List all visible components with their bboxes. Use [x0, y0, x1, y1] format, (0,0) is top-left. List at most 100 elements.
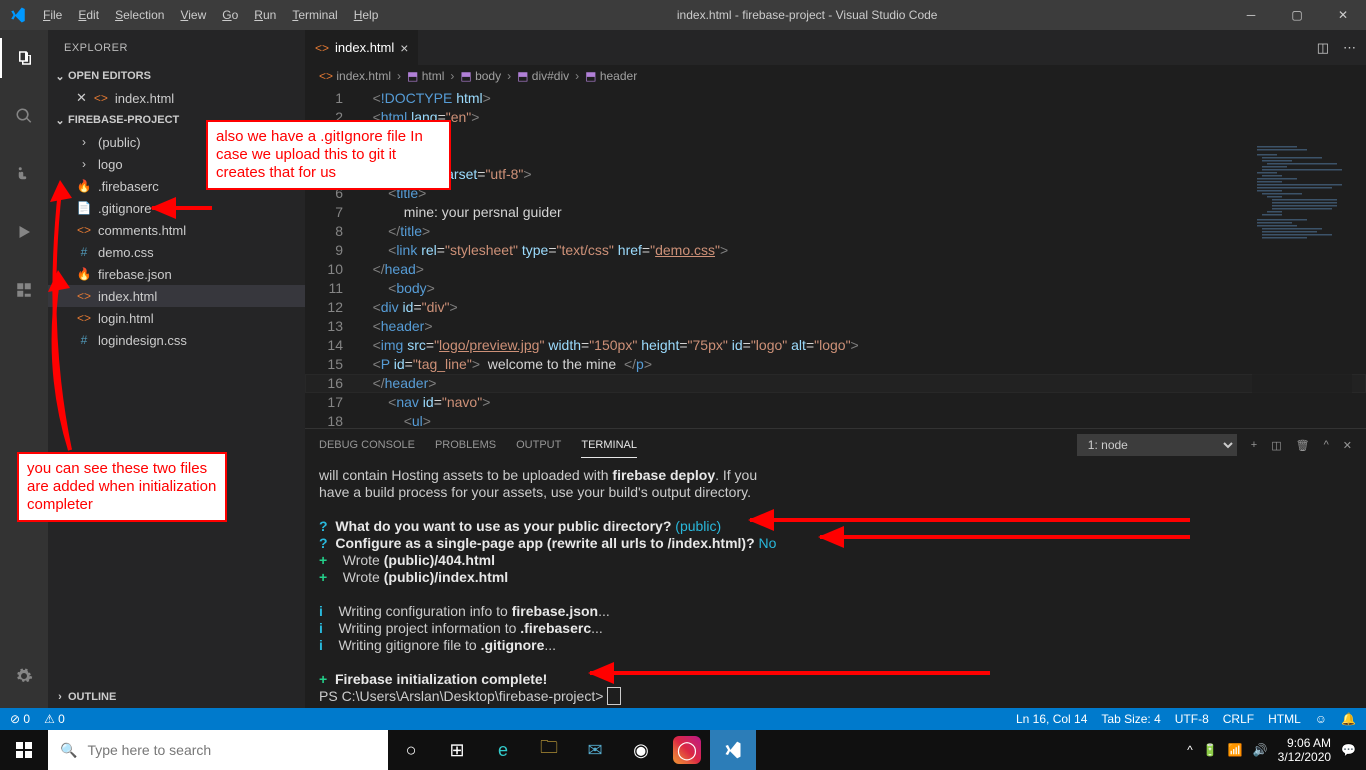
search-icon: 🔍 [60, 742, 77, 759]
file-name: .firebaserc [98, 179, 159, 194]
status-warnings[interactable]: ⚠ 0 [44, 712, 65, 726]
split-terminal-icon[interactable]: ◫ [1271, 433, 1281, 458]
chrome-icon[interactable]: ◉ [618, 730, 664, 770]
annotation-box-1: also we have a .gitIgnore file In case w… [206, 120, 451, 190]
maximize-button[interactable]: ▢ [1274, 0, 1320, 30]
search-placeholder: Type here to search [87, 742, 211, 758]
sidebar-title: EXPLORER [48, 30, 305, 65]
vscode-taskbar-icon[interactable] [710, 730, 756, 770]
panel-tab-problems[interactable]: PROBLEMS [435, 433, 496, 457]
terminal-selector[interactable]: 1: node [1077, 434, 1237, 456]
menu-view[interactable]: View [172, 0, 214, 30]
status-errors[interactable]: ⊘ 0 [10, 712, 30, 726]
panel-tab-output[interactable]: OUTPUT [516, 433, 561, 457]
breadcrumb-item[interactable]: ⬒ div#div [517, 69, 569, 83]
breadcrumbs[interactable]: <> index.html›⬒ html›⬒ body›⬒ div#div›⬒ … [305, 65, 1366, 87]
edge-icon[interactable]: e [480, 730, 526, 770]
annotation-arrow [590, 668, 990, 678]
file-name: logo [98, 157, 123, 172]
start-button[interactable] [0, 730, 48, 770]
settings-gear-icon[interactable] [0, 656, 48, 696]
close-icon[interactable]: ✕ [76, 90, 87, 106]
open-editor-name: index.html [115, 91, 174, 106]
menu-go[interactable]: Go [214, 0, 246, 30]
vscode-logo-icon [0, 6, 35, 24]
file-tree-item[interactable]: <>comments.html [48, 219, 305, 241]
panel-tab-terminal[interactable]: TERMINAL [581, 433, 637, 458]
feedback-icon[interactable]: ☺ [1315, 712, 1327, 726]
close-button[interactable]: ✕ [1320, 0, 1366, 30]
outline-section[interactable]: ›OUTLINE [48, 686, 305, 708]
file-tree-item[interactable]: 🔥firebase.json [48, 263, 305, 285]
battery-icon[interactable]: 🔋 [1203, 743, 1218, 757]
maximize-panel-icon[interactable]: ^ [1324, 433, 1329, 457]
menu-terminal[interactable]: Terminal [284, 0, 345, 30]
file-name: comments.html [98, 223, 186, 238]
menu-run[interactable]: Run [246, 0, 284, 30]
annotation-arrow [152, 203, 212, 213]
taskbar-apps: ○ ⊞ e 🗀 ✉ ◉ ◯ [388, 730, 756, 770]
html-file-icon: <> [315, 41, 329, 55]
volume-icon[interactable]: 🔊 [1253, 743, 1268, 757]
source-control-icon[interactable] [0, 154, 48, 194]
mail-icon[interactable]: ✉ [572, 730, 618, 770]
status-cursor[interactable]: Ln 16, Col 14 [1016, 712, 1087, 726]
menu-edit[interactable]: Edit [70, 0, 107, 30]
kill-terminal-icon[interactable]: 🗑 [1296, 433, 1310, 458]
breadcrumb-item[interactable]: ⬒ html [407, 69, 444, 83]
menu-selection[interactable]: Selection [107, 0, 172, 30]
clock[interactable]: 9:06 AM3/12/2020 [1278, 736, 1331, 764]
html-file-icon: <> [93, 90, 109, 106]
code-editor[interactable]: 123456789101112131415161718 <!DOCTYPE ht… [305, 87, 1366, 428]
file-tree-item[interactable]: #demo.css [48, 241, 305, 263]
editor-actions: ◫ ⋯ [1307, 30, 1366, 65]
file-tree-item[interactable]: <>index.html [48, 285, 305, 307]
status-language[interactable]: HTML [1268, 712, 1301, 726]
instagram-icon[interactable]: ◯ [673, 736, 701, 764]
extensions-icon[interactable] [0, 270, 48, 310]
search-icon[interactable] [0, 96, 48, 136]
file-name: index.html [98, 289, 157, 304]
split-editor-icon[interactable]: ◫ [1317, 40, 1329, 56]
panel-tab-debug-console[interactable]: DEBUG CONSOLE [319, 433, 415, 457]
status-tabsize[interactable]: Tab Size: 4 [1101, 712, 1160, 726]
title-bar: FileEditSelectionViewGoRunTerminalHelp i… [0, 0, 1366, 30]
breadcrumb-item[interactable]: ⬒ header [585, 69, 637, 83]
annotation-arrow [750, 515, 1190, 525]
explorer-icon[interactable] [0, 38, 48, 78]
action-center-icon[interactable]: 💬 [1341, 743, 1356, 757]
editor-group: <> index.html × ◫ ⋯ <> index.html›⬒ html… [305, 30, 1366, 708]
breadcrumb-item[interactable]: <> index.html [319, 69, 391, 83]
cortana-icon[interactable]: ○ [388, 730, 434, 770]
task-view-icon[interactable]: ⊞ [434, 730, 480, 770]
annotation-box-2: you can see these two files are added wh… [17, 452, 227, 522]
tray-expand-icon[interactable]: ^ [1187, 743, 1193, 757]
wifi-icon[interactable]: 📶 [1228, 743, 1243, 757]
run-debug-icon[interactable] [0, 212, 48, 252]
taskbar-search[interactable]: 🔍 Type here to search [48, 730, 388, 770]
status-encoding[interactable]: UTF-8 [1175, 712, 1209, 726]
file-name: login.html [98, 311, 154, 326]
notifications-icon[interactable]: 🔔 [1341, 712, 1356, 726]
file-tree-item[interactable]: #logindesign.css [48, 329, 305, 351]
outline-label: OUTLINE [68, 691, 116, 703]
status-eol[interactable]: CRLF [1223, 712, 1254, 726]
file-explorer-icon[interactable]: 🗀 [526, 730, 572, 770]
close-tab-icon[interactable]: × [400, 40, 408, 56]
open-editor-item[interactable]: ✕ <> index.html [48, 87, 305, 109]
new-terminal-icon[interactable]: + [1251, 433, 1257, 457]
menu-file[interactable]: File [35, 0, 70, 30]
file-tree-item[interactable]: <>login.html [48, 307, 305, 329]
editor-tab[interactable]: <> index.html × [305, 30, 419, 65]
menu-help[interactable]: Help [346, 0, 387, 30]
open-editors-section[interactable]: ⌄OPEN EDITORS [48, 65, 305, 87]
activity-bar [0, 30, 48, 708]
breadcrumb-item[interactable]: ⬒ body [460, 69, 501, 83]
window-controls: ─ ▢ ✕ [1228, 0, 1366, 30]
editor-tabs: <> index.html × ◫ ⋯ [305, 30, 1366, 65]
more-actions-icon[interactable]: ⋯ [1343, 40, 1356, 56]
minimize-button[interactable]: ─ [1228, 0, 1274, 30]
open-editors-label: OPEN EDITORS [68, 70, 151, 82]
minimap[interactable] [1252, 144, 1352, 428]
close-panel-icon[interactable]: ✕ [1343, 433, 1352, 458]
